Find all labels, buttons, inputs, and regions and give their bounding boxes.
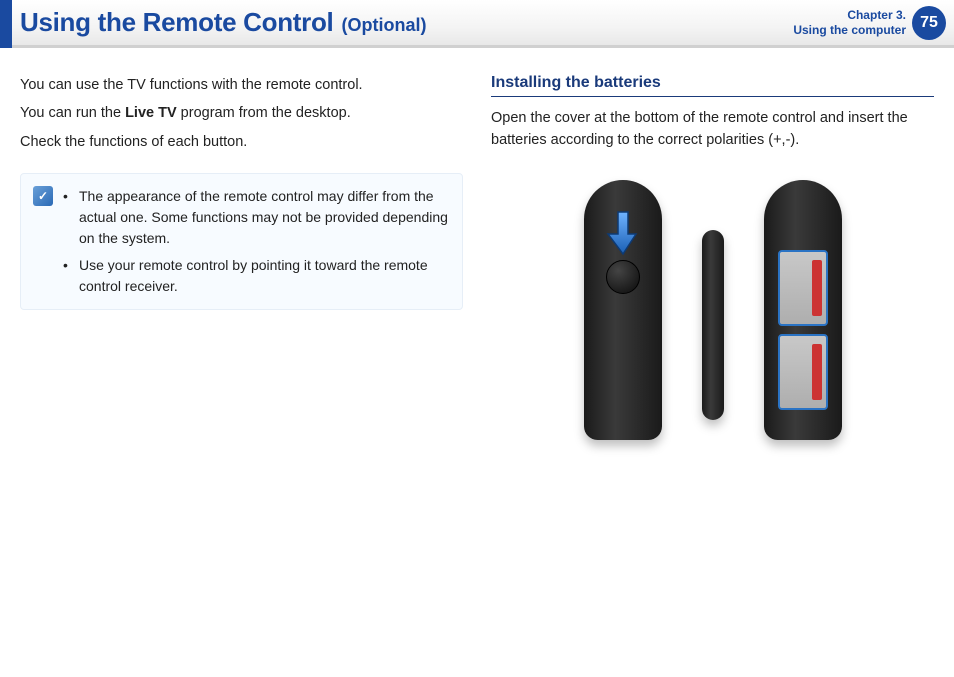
page-number: 75 bbox=[920, 14, 938, 32]
section-para: Open the cover at the bottom of the remo… bbox=[491, 107, 934, 152]
note-bullet-text: Use your remote control by pointing it t… bbox=[79, 255, 448, 297]
figure-area bbox=[491, 180, 934, 440]
bullet-dot: • bbox=[63, 255, 71, 297]
note-list: • The appearance of the remote control m… bbox=[63, 186, 448, 297]
note-box: • The appearance of the remote control m… bbox=[20, 173, 463, 310]
page-title: Using the Remote Control bbox=[20, 7, 333, 38]
chapter-label: Chapter 3. Using the computer bbox=[793, 8, 906, 37]
header-accent-stripe bbox=[0, 0, 12, 48]
page-title-qualifier: (Optional) bbox=[341, 15, 426, 36]
intro-para-2-bold: Live TV bbox=[125, 105, 177, 121]
intro-para-1: You can use the TV functions with the re… bbox=[20, 74, 463, 96]
remote-front-illustration bbox=[584, 180, 662, 440]
note-bullet: • Use your remote control by pointing it… bbox=[63, 255, 448, 297]
chapter-number: Chapter 3. bbox=[793, 8, 906, 22]
header-right-group: Chapter 3. Using the computer 75 bbox=[793, 6, 954, 40]
remote-center-button bbox=[606, 260, 640, 294]
battery-icon bbox=[812, 260, 822, 316]
bullet-dot: • bbox=[63, 186, 71, 249]
note-bullet: • The appearance of the remote control m… bbox=[63, 186, 448, 249]
page-header: Using the Remote Control (Optional) Chap… bbox=[0, 0, 954, 48]
battery-icon bbox=[812, 344, 822, 400]
battery-slot bbox=[778, 250, 828, 326]
content-area: You can use the TV functions with the re… bbox=[0, 48, 954, 460]
right-column: Installing the batteries Open the cover … bbox=[491, 74, 934, 440]
remote-back-open-illustration bbox=[764, 180, 842, 440]
intro-para-2-suffix: program from the desktop. bbox=[177, 105, 351, 121]
remote-cover-illustration bbox=[702, 230, 724, 420]
note-bullet-text: The appearance of the remote control may… bbox=[79, 186, 448, 249]
intro-para-2-prefix: You can run the bbox=[20, 105, 125, 121]
page-title-group: Using the Remote Control (Optional) bbox=[20, 7, 426, 38]
battery-slot bbox=[778, 334, 828, 410]
intro-para-2: You can run the Live TV program from the… bbox=[20, 102, 463, 124]
section-heading: Installing the batteries bbox=[491, 74, 934, 97]
intro-para-3: Check the functions of each button. bbox=[20, 131, 463, 153]
left-column: You can use the TV functions with the re… bbox=[20, 74, 463, 440]
chapter-name: Using the computer bbox=[793, 23, 906, 37]
note-icon bbox=[33, 186, 53, 206]
page-number-badge: 75 bbox=[912, 6, 946, 40]
